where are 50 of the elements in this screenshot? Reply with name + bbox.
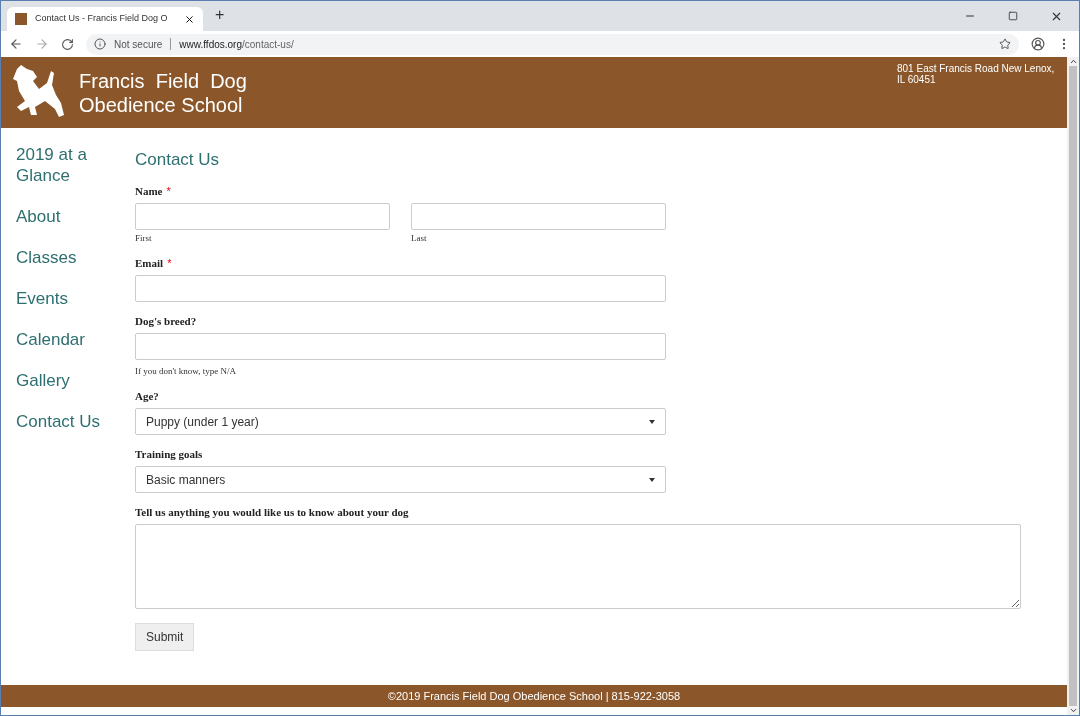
- select-dropdown[interactable]: Basic manners: [135, 466, 666, 493]
- page-title: Contact Us: [135, 150, 221, 170]
- text-input[interactable]: [135, 333, 666, 360]
- nav-link[interactable]: Classes: [16, 247, 135, 268]
- nav-link[interactable]: About: [16, 206, 135, 227]
- field-label: Training goals: [135, 447, 203, 461]
- sublabel: First: [135, 233, 152, 244]
- forward-icon[interactable]: [35, 37, 49, 51]
- nav-link[interactable]: 2019 at a Glance: [16, 144, 135, 186]
- new-tab-button[interactable]: +: [215, 3, 225, 27]
- scroll-up-icon[interactable]: [1068, 57, 1078, 66]
- select-dropdown[interactable]: Puppy (under 1 year): [135, 408, 666, 435]
- field-label: Dog's breed?: [135, 314, 197, 328]
- sublabel: Last: [411, 233, 427, 244]
- submit-button[interactable]: Submit: [135, 623, 195, 651]
- scrollbar-thumb[interactable]: [1069, 66, 1077, 706]
- back-icon[interactable]: [9, 37, 23, 51]
- security-label: Not secure: [114, 37, 163, 52]
- maximize-icon[interactable]: [1008, 11, 1018, 21]
- text-input[interactable]: [411, 203, 666, 230]
- nav-link[interactable]: Contact Us: [16, 411, 135, 432]
- browser-tab[interactable]: Contact Us - Francis Field Dog O: [7, 7, 203, 31]
- text-input[interactable]: [135, 203, 390, 230]
- address-text: 801 East Francis Road New Lenox, IL 60451: [897, 63, 1056, 87]
- dropdown-arrow-icon: [649, 477, 655, 482]
- info-icon: [94, 38, 106, 50]
- field-label: Email: [135, 256, 164, 270]
- nav-link[interactable]: Events: [16, 288, 135, 309]
- dropdown-arrow-icon: [649, 419, 655, 424]
- nav-link[interactable]: Calendar: [16, 329, 135, 350]
- text-input[interactable]: [135, 275, 666, 302]
- tab-title: Contact Us - Francis Field Dog O: [35, 12, 169, 26]
- reload-icon[interactable]: [61, 37, 74, 51]
- field-label: Age?: [135, 389, 159, 403]
- site-title[interactable]: Francis Field Dog: [79, 69, 247, 93]
- close-icon[interactable]: [184, 13, 195, 25]
- address-bar[interactable]: Not secure www.ffdos.org/contact-us/: [86, 33, 1019, 55]
- field-label: Tell us anything you would like us to know about your dog: [135, 505, 409, 519]
- bookmark-star-icon[interactable]: [999, 38, 1011, 50]
- field-label: Name: [135, 184, 163, 198]
- scroll-down-icon[interactable]: [1068, 706, 1078, 715]
- required-mark: *: [166, 184, 171, 198]
- favicon-icon: [15, 13, 27, 25]
- nav-link[interactable]: Gallery: [16, 370, 135, 391]
- profile-icon[interactable]: [1031, 37, 1045, 51]
- footer-text: ©2019 Francis Field Dog Obedience School | 815-922-3058: [387, 688, 681, 704]
- site-title[interactable]: Obedience School: [79, 93, 247, 117]
- url-text: www.ffdos.org/contact-us/: [179, 37, 294, 52]
- required-mark: *: [167, 256, 172, 270]
- field-hint: If you don't know, type N/A: [135, 366, 238, 377]
